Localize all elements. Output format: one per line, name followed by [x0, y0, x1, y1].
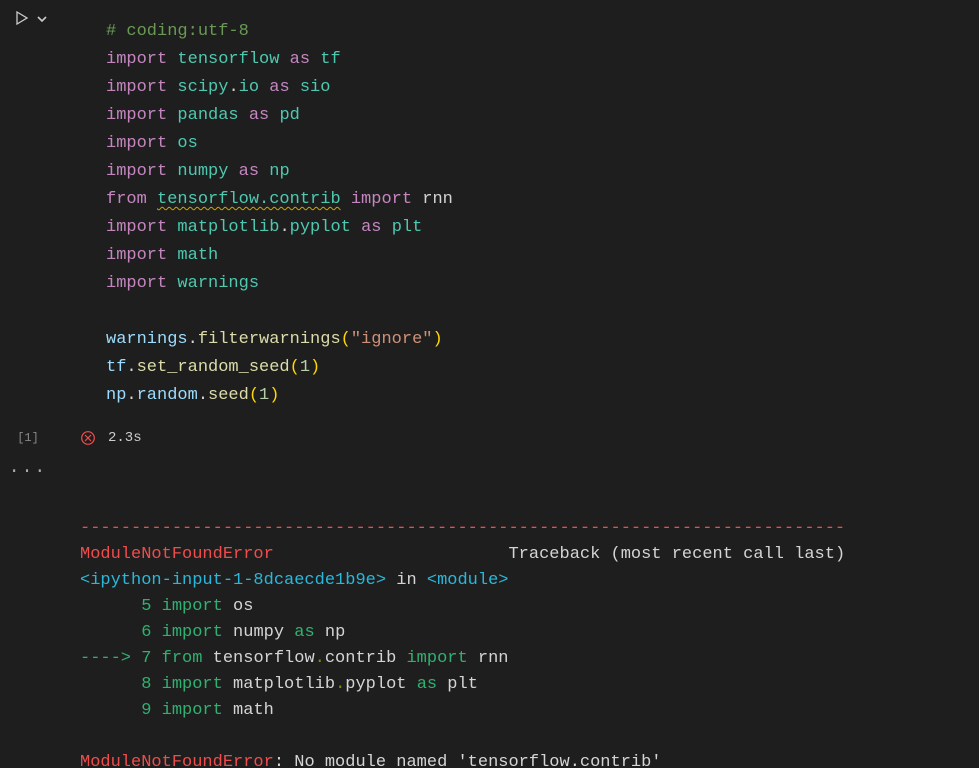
code-line: import warnings	[106, 270, 453, 298]
traceback-divider: ----------------------------------------…	[80, 519, 845, 538]
warning-underline: tensorflow.contrib	[157, 190, 341, 209]
code-line: tf.set_random_seed(1)	[106, 354, 453, 382]
code-line: import scipy.io as sio	[106, 74, 453, 102]
code-line: import pandas as pd	[106, 102, 453, 130]
error-name: ModuleNotFoundError	[80, 753, 274, 768]
code-line: import os	[106, 130, 453, 158]
code-cell[interactable]: # coding:utf-8 import tensorflow as tf i…	[56, 0, 463, 420]
cell-gutter	[0, 0, 56, 420]
code-line: import matplotlib.pyplot as plt	[106, 214, 453, 242]
execution-count: [1]	[0, 431, 56, 445]
code-line: warnings.filterwarnings("ignore")	[106, 326, 453, 354]
code-line: import tensorflow as tf	[106, 46, 453, 74]
cell-status-row: [1] 2.3s	[0, 430, 979, 446]
code-line	[106, 298, 453, 326]
traceback-label: Traceback (most recent call last)	[508, 545, 845, 564]
chevron-down-icon[interactable]	[36, 12, 48, 24]
more-actions-icon[interactable]: ···	[0, 462, 56, 482]
comment: # coding:utf-8	[106, 22, 249, 41]
error-message: : No module named 'tensorflow.contrib'	[274, 753, 662, 768]
traceback-arrow: ---->	[80, 649, 141, 668]
code-line: np.random.seed(1)	[106, 382, 453, 410]
notebook-root: # coding:utf-8 import tensorflow as tf i…	[0, 0, 979, 768]
run-cell-icon[interactable]	[14, 10, 30, 26]
cell-output: ----------------------------------------…	[0, 482, 979, 768]
ipython-input-tag: <ipython-input-1-8dcaecde1b9e>	[80, 571, 386, 590]
error-name: ModuleNotFoundError	[80, 545, 274, 564]
code-line: from tensorflow.contrib import rnn	[106, 186, 453, 214]
execution-time: 2.3s	[108, 430, 142, 446]
code-line: import math	[106, 242, 453, 270]
code-line: import numpy as np	[106, 158, 453, 186]
error-icon	[80, 430, 96, 446]
code-line: # coding:utf-8	[106, 18, 453, 46]
